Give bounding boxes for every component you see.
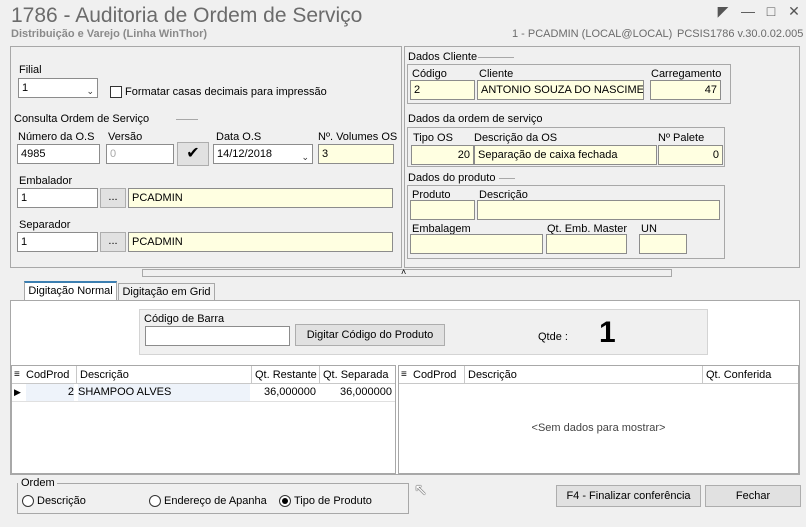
restore-icon[interactable]: ◤	[715, 3, 731, 19]
checkmark-icon: ✔	[186, 145, 200, 162]
row-indicator-icon: ▶	[14, 387, 21, 397]
empty-grid-text: <Sem dados para mostrar>	[531, 422, 666, 434]
grid-menu-icon[interactable]: ≡	[14, 369, 20, 380]
numero-os-label: Número da O.S	[18, 131, 95, 143]
group-divider	[176, 119, 198, 120]
filial-select[interactable]: 1 ⌄	[18, 78, 98, 98]
data-os-label: Data O.S	[216, 131, 262, 143]
consulta-group-title: Consulta Ordem de Serviço	[14, 113, 150, 125]
fechar-button[interactable]: Fechar	[705, 485, 801, 507]
separador-label: Separador	[19, 219, 71, 231]
dados-produto-title: Dados do produto	[408, 172, 496, 184]
col-descricao[interactable]: Descrição	[468, 369, 517, 381]
left-grid[interactable]: ≡ CodProd Descrição Qt. Restante Qt. Sep…	[11, 365, 396, 474]
col-separator	[702, 366, 703, 384]
tab-digitacao-normal[interactable]: Digitação Normal	[24, 281, 117, 301]
col-descricao[interactable]: Descrição	[80, 369, 129, 381]
radio-descricao[interactable]	[22, 495, 34, 507]
separador-browse-button[interactable]: ...	[100, 232, 126, 252]
cell-qt-separada: 36,000000	[340, 386, 392, 398]
tipo-os-input[interactable]: 20	[411, 145, 474, 165]
tipo-os-label: Tipo OS	[413, 132, 453, 144]
dados-ordem-title: Dados da ordem de serviço	[408, 113, 543, 125]
col-codprod[interactable]: CodProd	[413, 369, 456, 381]
embalagem-input[interactable]	[410, 234, 543, 254]
splitter-handle[interactable]	[142, 269, 672, 277]
qtde-label: Qtde :	[538, 331, 568, 343]
col-qt-conferida[interactable]: Qt. Conferida	[706, 369, 771, 381]
separador-name-input[interactable]: PCADMIN	[128, 232, 393, 252]
cell-codprod: 2	[26, 384, 74, 401]
embalador-label: Embalador	[19, 175, 73, 187]
volumes-label: Nº. Volumes OS	[318, 131, 398, 143]
cell-descricao: SHAMPOO ALVES	[78, 384, 250, 401]
un-input[interactable]	[639, 234, 687, 254]
radio-endereco[interactable]	[149, 495, 161, 507]
maximize-icon[interactable]: □	[763, 3, 779, 19]
carregamento-input[interactable]: 47	[650, 80, 721, 100]
col-qt-separada[interactable]: Qt. Separada	[323, 369, 388, 381]
qtde-value: 1	[599, 316, 616, 349]
col-separator	[76, 366, 77, 384]
col-separator	[319, 366, 320, 384]
radio-tipo-produto[interactable]	[279, 495, 291, 507]
format-decimals-checkbox[interactable]	[110, 86, 122, 98]
embalador-browse-button[interactable]: ...	[100, 188, 126, 208]
dados-cliente-title: Dados Cliente	[408, 51, 478, 63]
cliente-nome-input[interactable]: ANTONIO SOUZA DO NASCIMENT	[477, 80, 644, 100]
user-info: 1 - PCADMIN (LOCAL@LOCAL)	[512, 28, 673, 40]
data-os-value: 14/12/2018	[217, 148, 273, 160]
window-subtitle: Distribuição e Varejo (Linha WinThor)	[11, 28, 208, 40]
window-title: 1786 - Auditoria de Ordem de Serviço	[11, 4, 363, 27]
col-codprod[interactable]: CodProd	[26, 369, 69, 381]
chevron-down-icon: ⌄	[301, 152, 309, 162]
numero-os-input[interactable]: 4985	[17, 144, 100, 164]
filial-value: 1	[22, 82, 29, 94]
radio-tipo-produto-label: Tipo de Produto	[294, 495, 372, 507]
descricao-os-input[interactable]: Separação de caixa fechada	[474, 145, 657, 165]
palete-label: Nº Palete	[658, 132, 705, 144]
versao-input[interactable]: 0	[106, 144, 174, 164]
group-divider	[478, 57, 514, 58]
confirm-button[interactable]: ✔	[177, 142, 209, 166]
cliente-codigo-input[interactable]: 2	[410, 80, 475, 100]
produto-input[interactable]	[410, 200, 475, 220]
col-separator	[464, 366, 465, 384]
col-qt-restante[interactable]: Qt. Restante	[255, 369, 317, 381]
col-separator	[251, 366, 252, 384]
group-divider	[499, 178, 515, 179]
embalador-code-input[interactable]: 1	[17, 188, 98, 208]
descricao-os-label: Descrição da OS	[474, 132, 558, 144]
separador-code-input[interactable]: 1	[17, 232, 98, 252]
table-row[interactable]: ▶ 2 SHAMPOO ALVES 36,000000 36,000000	[12, 384, 395, 402]
cursor-icon: ↖	[414, 482, 428, 499]
format-decimals-label: Formatar casas decimais para impressão	[125, 86, 327, 98]
radio-endereco-label: Endereço de Apanha	[164, 495, 267, 507]
versao-label: Versão	[108, 131, 143, 143]
volumes-input[interactable]: 3	[318, 144, 394, 164]
chevron-up-icon[interactable]: ˄	[401, 268, 406, 277]
barcode-input[interactable]	[145, 326, 290, 346]
left-grid-header: ≡ CodProd Descrição Qt. Restante Qt. Sep…	[12, 366, 395, 384]
chevron-down-icon: ⌄	[86, 86, 94, 96]
cell-qt-restante: 36,000000	[264, 386, 316, 398]
digitar-codigo-button[interactable]: Digitar Código do Produto	[295, 324, 445, 346]
filial-label: Filial	[19, 64, 42, 76]
qt-emb-master-input[interactable]	[546, 234, 627, 254]
minimize-icon[interactable]: —	[740, 3, 756, 19]
finalizar-conferencia-button[interactable]: F4 - Finalizar conferência	[556, 485, 701, 507]
barcode-label: Código de Barra	[144, 313, 225, 325]
right-grid[interactable]: ≡ CodProd Descrição Qt. Conferida <Sem d…	[398, 365, 799, 474]
grid-menu-icon[interactable]: ≡	[401, 369, 407, 380]
data-os-picker[interactable]: 14/12/2018 ⌄	[213, 144, 313, 164]
palete-input[interactable]: 0	[658, 145, 723, 165]
close-icon[interactable]: ✕	[786, 3, 802, 19]
produto-descricao-input[interactable]	[477, 200, 720, 220]
right-grid-header: ≡ CodProd Descrição Qt. Conferida	[399, 366, 798, 384]
embalador-name-input[interactable]: PCADMIN	[128, 188, 393, 208]
radio-descricao-label: Descrição	[37, 495, 86, 507]
version-info: PCSIS1786 v.30.0.02.005	[677, 28, 804, 40]
